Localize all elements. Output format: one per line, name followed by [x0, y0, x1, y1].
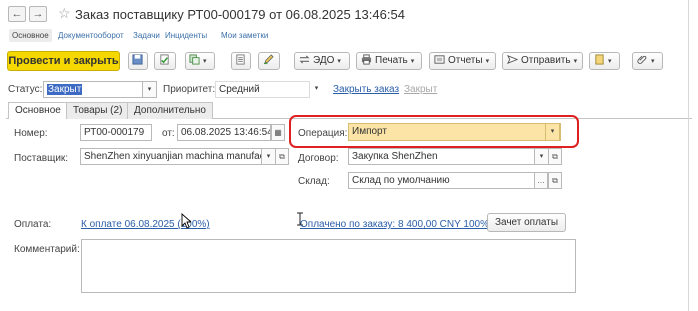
date-value: 06.08.2025 13:46:54: [181, 127, 271, 138]
reports-label: Отчеты: [448, 55, 483, 66]
back-button[interactable]: ←: [8, 6, 26, 22]
window-edge: [688, 0, 689, 311]
chevron-down-icon: ▾: [651, 58, 655, 65]
number-label: Номер:: [14, 128, 48, 139]
chevron-down-icon: ▾: [337, 58, 341, 65]
subtab-docflow[interactable]: Документооборот: [58, 31, 124, 40]
chevron-down-icon: ▾: [266, 153, 271, 160]
contract-value: Закупка ShenZhen: [352, 151, 438, 162]
supplier-label: Поставщик:: [14, 153, 69, 164]
send-icon: [507, 54, 518, 65]
paperclip-icon: [637, 55, 647, 64]
number-field[interactable]: РТ00-000179: [80, 124, 152, 141]
close-order-link[interactable]: Закрыть заказ: [333, 84, 399, 95]
chevron-down-icon: ▾: [203, 58, 207, 65]
open-link-icon: ⧉: [279, 152, 285, 161]
tab-main[interactable]: Основное: [8, 102, 68, 119]
edit-button[interactable]: [258, 52, 280, 70]
tab-additional[interactable]: Дополнительно: [127, 102, 213, 119]
priority-field[interactable]: Средний: [215, 81, 310, 98]
edo-exchange-icon: [299, 55, 310, 64]
back-arrow-icon: ←: [11, 8, 23, 20]
subtab-tasks[interactable]: Задачи: [133, 31, 160, 40]
date-from-label: от:: [162, 128, 175, 139]
structure-button[interactable]: [231, 52, 251, 70]
warehouse-open-button[interactable]: ⧉: [548, 172, 562, 189]
subtab-main[interactable]: Основное: [9, 29, 52, 42]
forward-arrow-icon: →: [32, 8, 44, 20]
status-label: Статус:: [8, 84, 43, 95]
send-label: Отправить: [521, 55, 571, 66]
supplier-value: ShenZhen xinyuanjian machina manufact: [84, 151, 262, 162]
chevron-down-icon: ▾: [573, 58, 578, 65]
reports-button[interactable]: Отчеты ▾: [429, 52, 496, 70]
paid-amount-link[interactable]: Оплачено по заказу: 8 400,00 CNY 100%: [300, 219, 489, 230]
supplier-dropdown-button[interactable]: ▾: [261, 148, 276, 165]
files-button[interactable]: ▾: [632, 52, 663, 70]
warehouse-value: Склад по умолчанию: [352, 175, 450, 186]
send-button[interactable]: Отправить ▾: [502, 52, 583, 70]
number-value: РТ00-000179: [84, 127, 145, 138]
post-button[interactable]: [154, 52, 176, 70]
post-and-close-button[interactable]: Провести и закрыть: [7, 51, 120, 71]
print-label: Печать: [375, 55, 408, 66]
printer-icon: [361, 54, 372, 65]
create-based-on-icon: [189, 54, 200, 65]
print-button[interactable]: Печать ▾: [356, 52, 422, 70]
ellipsis-icon: …: [537, 176, 545, 185]
subtab-my-notes[interactable]: Мои заметки: [221, 31, 268, 40]
calendar-button[interactable]: ▦: [271, 124, 285, 141]
chevron-down-icon: ▾: [485, 58, 490, 65]
favorite-star-icon[interactable]: ☆: [58, 5, 71, 22]
warehouse-field[interactable]: Склад по умолчанию: [348, 172, 535, 189]
edo-button[interactable]: ЭДО ▾: [294, 52, 350, 70]
contract-label: Договор:: [298, 153, 339, 164]
chevron-down-icon: ▾: [410, 58, 415, 65]
cursor-icon: [181, 213, 191, 229]
chevron-down-icon: ▾: [608, 58, 612, 65]
closed-link[interactable]: Закрыт: [404, 84, 437, 95]
edo-label: ЭДО: [313, 55, 335, 66]
supplier-open-button[interactable]: ⧉: [275, 148, 289, 165]
document-list-icon: [236, 54, 245, 65]
save-icon: [132, 54, 143, 65]
priority-label: Приоритет:: [163, 84, 216, 95]
pen-icon: [263, 54, 274, 65]
post-document-icon: [160, 54, 169, 65]
comment-label: Комментарий:: [14, 244, 80, 255]
create-based-on-button[interactable]: ▾: [185, 52, 215, 70]
supplier-field[interactable]: ShenZhen xinyuanjian machina manufact: [80, 148, 262, 165]
payment-label: Оплата:: [14, 219, 52, 230]
red-highlight-box: [289, 115, 579, 148]
contract-field[interactable]: Закупка ShenZhen: [348, 148, 535, 165]
status-value: Закрыт: [47, 84, 83, 95]
subtab-incidents[interactable]: Инциденты: [165, 31, 207, 40]
status-dropdown-button[interactable]: ▾: [142, 81, 157, 98]
chevron-down-icon: ▾: [314, 85, 319, 92]
priority-value: Средний: [219, 84, 260, 95]
comment-textarea[interactable]: [81, 239, 576, 293]
status-field[interactable]: Закрыт: [43, 81, 143, 98]
report-icon: [434, 55, 445, 64]
contract-open-button[interactable]: ⧉: [548, 148, 562, 165]
forward-button[interactable]: →: [29, 6, 47, 22]
page-title: Заказ поставщику РТ00-000179 от 06.08.20…: [75, 7, 405, 22]
tab-goods[interactable]: Товары (2): [66, 102, 130, 119]
priority-dropdown-button[interactable]: ▾: [309, 81, 324, 98]
chevron-down-icon: ▾: [539, 153, 544, 160]
calendar-icon: ▦: [274, 128, 282, 137]
chevron-down-icon: ▾: [147, 86, 152, 93]
attachments-button[interactable]: ▾: [589, 52, 620, 70]
save-button[interactable]: [128, 52, 148, 70]
open-link-icon: ⧉: [552, 176, 558, 185]
warehouse-select-button[interactable]: …: [534, 172, 548, 189]
warehouse-label: Склад:: [298, 176, 330, 187]
open-link-icon: ⧉: [552, 152, 558, 161]
document-yellow-icon: [595, 54, 604, 65]
contract-dropdown-button[interactable]: ▾: [534, 148, 549, 165]
payment-offset-button[interactable]: Зачет оплаты: [487, 213, 566, 232]
date-field[interactable]: 06.08.2025 13:46:54: [177, 124, 271, 141]
